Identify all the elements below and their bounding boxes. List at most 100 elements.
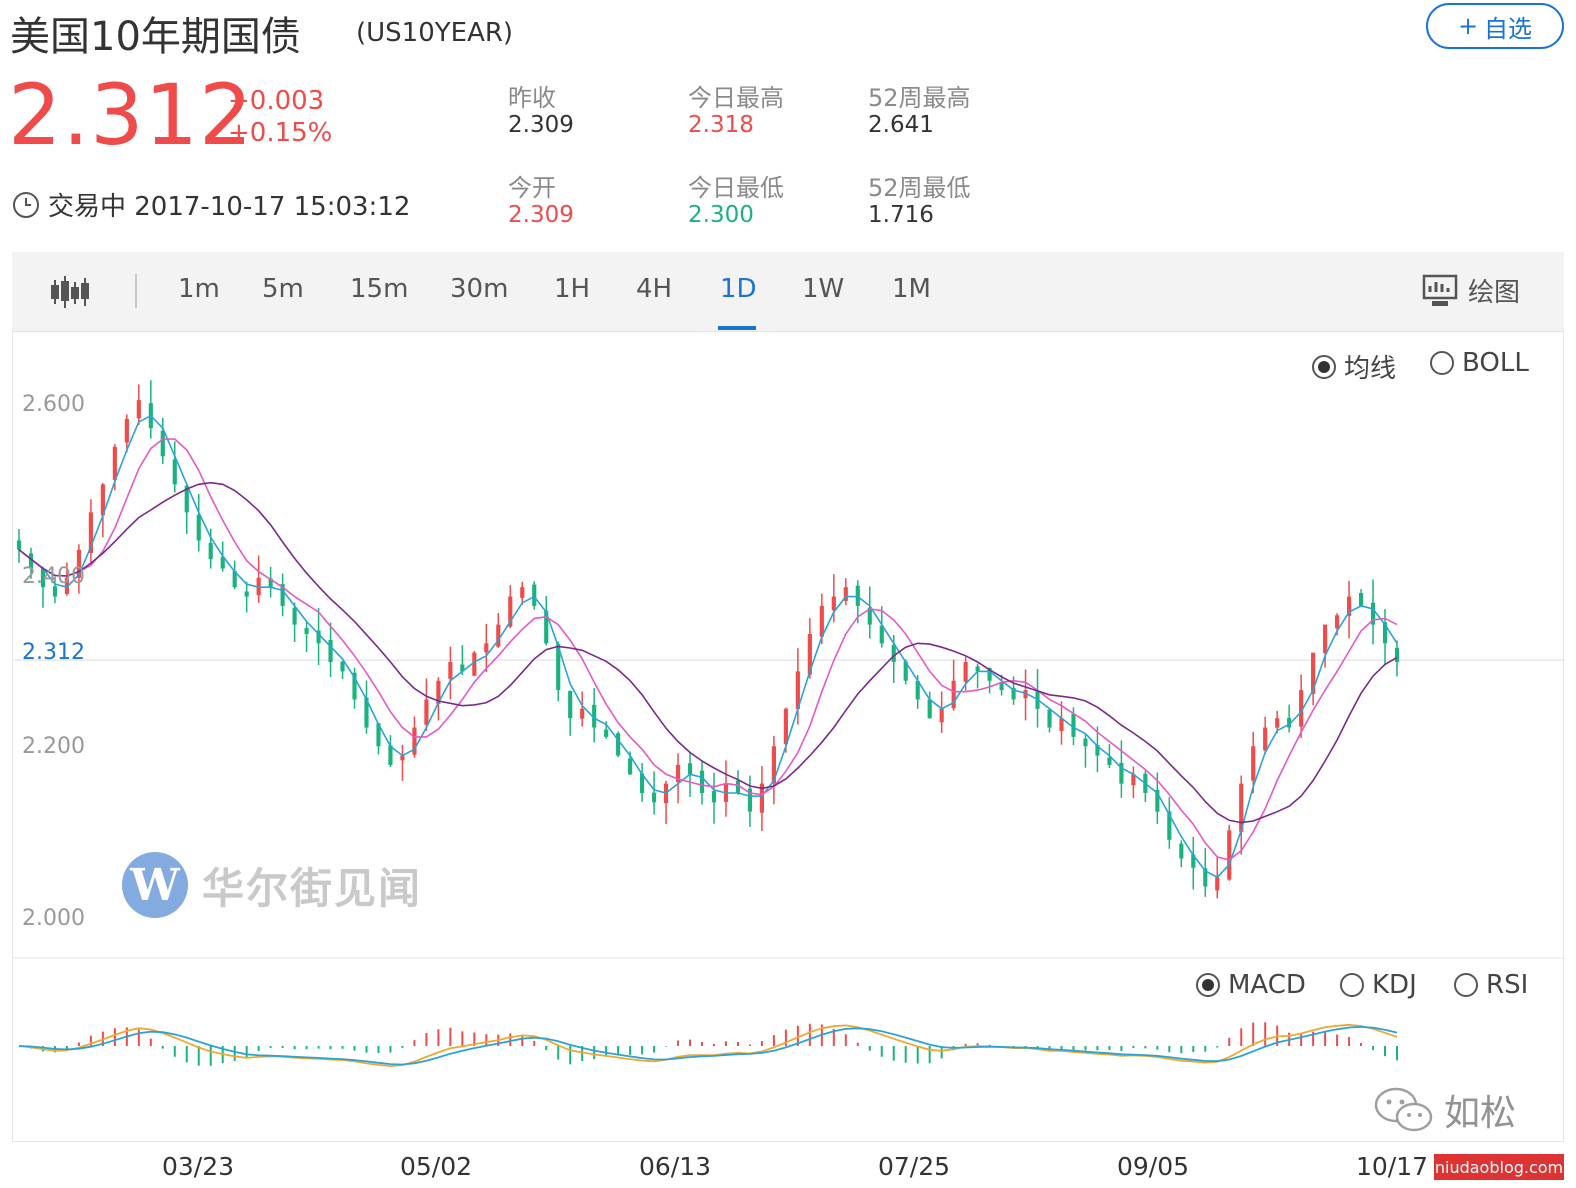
candle-down	[172, 459, 177, 485]
stat-value: 2.309	[508, 202, 574, 228]
radio-selected-icon	[1312, 354, 1336, 379]
candlestick-icon[interactable]	[50, 274, 90, 310]
candle-down	[604, 729, 609, 737]
candle-up	[124, 418, 129, 443]
stat-value: 2.300	[688, 202, 754, 228]
x-tick-label: 03/23	[162, 1152, 235, 1181]
toolbar-divider	[135, 274, 137, 308]
overlay-boll-label: BOLL	[1462, 348, 1529, 378]
candle-down	[388, 745, 393, 765]
symbol-label: (US10YEAR)	[356, 18, 514, 48]
candle-down	[1179, 843, 1184, 859]
site-watermark: niudaoblog.com	[1434, 1154, 1564, 1180]
candle-down	[532, 584, 537, 606]
stat-label: 今日最低	[688, 174, 784, 202]
price-change: +0.003	[228, 86, 325, 116]
candle-down	[628, 758, 633, 775]
period-tab-1h[interactable]: 1H	[554, 274, 590, 304]
draw-label: 绘图	[1468, 278, 1521, 308]
candle-down	[1071, 713, 1076, 737]
candle-up	[1263, 727, 1268, 751]
candle-down	[999, 682, 1004, 691]
y-tick-label: 2.000	[22, 906, 85, 931]
period-tab-5m[interactable]: 5m	[262, 274, 304, 304]
candle-up	[520, 587, 525, 598]
candle-down	[699, 770, 705, 793]
candle-down	[160, 430, 165, 457]
period-tab-1m[interactable]: 1m	[178, 274, 220, 304]
stat-label: 今开	[508, 174, 556, 202]
indicator-kdj-label: KDJ	[1372, 970, 1417, 1000]
x-tick-label: 10/17	[1356, 1152, 1429, 1181]
candle-down	[927, 699, 932, 719]
price-chart[interactable]	[13, 332, 1565, 1142]
y-tick-label: 2.600	[22, 392, 85, 417]
candle-up	[939, 708, 944, 723]
candle-down	[292, 608, 297, 625]
candle-up	[819, 605, 824, 637]
x-tick-label: 05/02	[400, 1152, 473, 1181]
candle-down	[16, 540, 22, 550]
candle-up	[1215, 877, 1220, 891]
indicator-rsi-radio[interactable]: RSI	[1454, 970, 1528, 1000]
candle-down	[568, 690, 573, 719]
candle-down	[244, 591, 249, 597]
candle-up	[831, 596, 836, 611]
period-tab-1m[interactable]: 1M	[892, 274, 931, 304]
candle-down	[616, 733, 621, 756]
overlay-boll-radio[interactable]: BOLL	[1430, 348, 1529, 378]
stat-value: 2.309	[508, 112, 574, 138]
candle-up	[963, 662, 968, 682]
wechat-account-name: 如松	[1444, 1093, 1517, 1134]
candle-down	[711, 791, 717, 803]
stat-value: 2.318	[688, 112, 754, 138]
indicator-macd-radio[interactable]: MACD	[1196, 970, 1306, 1000]
indicator-kdj-radio[interactable]: KDJ	[1340, 970, 1417, 1000]
overlay-ma-label: 均线	[1344, 354, 1397, 384]
monitor-icon	[1422, 274, 1458, 306]
stat-label: 52周最高	[868, 84, 971, 112]
add-watchlist-button[interactable]: + 自选	[1426, 3, 1564, 49]
wallstreetcn-logo: W 华尔街见闻	[122, 852, 422, 918]
period-tab-1d[interactable]: 1D	[720, 274, 757, 304]
x-tick-label: 09/05	[1117, 1152, 1190, 1181]
radio-selected-icon	[1196, 973, 1220, 997]
trading-status: 交易中 2017-10-17 15:03:12	[12, 186, 410, 223]
candle-down	[304, 628, 309, 634]
draw-button[interactable]: 绘图	[1422, 272, 1520, 309]
candle-up	[472, 652, 477, 676]
x-tick-label: 06/13	[639, 1152, 712, 1181]
period-tab-4h[interactable]: 4H	[636, 274, 672, 304]
candle-up	[484, 643, 489, 653]
candle-up	[1323, 624, 1328, 654]
add-watchlist-label: 自选	[1484, 14, 1533, 43]
logo-mark: W	[122, 852, 188, 918]
macd-dea-line	[18, 1025, 1398, 1066]
candle-up	[1335, 615, 1340, 629]
period-tab-15m[interactable]: 15m	[350, 274, 408, 304]
current-price-axis-label: 2.312	[22, 640, 85, 665]
candle-up	[783, 708, 788, 745]
x-tick-label: 07/25	[878, 1152, 951, 1181]
candle-up	[580, 708, 585, 719]
current-price: 2.312	[8, 66, 254, 164]
candle-down	[687, 763, 693, 775]
candle-up	[112, 446, 117, 480]
candle-down	[891, 644, 896, 663]
indicator-macd-label: MACD	[1228, 970, 1306, 1000]
active-tab-indicator	[718, 326, 756, 330]
candle-down	[1083, 738, 1088, 747]
period-tab-30m[interactable]: 30m	[450, 274, 508, 304]
radio-unselected-icon	[1454, 973, 1478, 997]
period-tab-1w[interactable]: 1W	[802, 274, 844, 304]
ma10-line	[18, 438, 1398, 861]
logo-text: 华尔街见闻	[202, 863, 423, 913]
candle-up	[448, 662, 453, 679]
candle-down	[1107, 757, 1112, 765]
chart-area[interactable]	[12, 332, 1565, 1142]
candle-down	[208, 542, 213, 560]
wechat-watermark: 如松	[1372, 1084, 1516, 1136]
chart-toolbar: 1m 5m 15m 30m 1H 4H 1D 1W 1M 绘图	[12, 252, 1564, 332]
overlay-ma-radio[interactable]: 均线	[1312, 348, 1396, 385]
ma20-line	[18, 481, 1398, 824]
